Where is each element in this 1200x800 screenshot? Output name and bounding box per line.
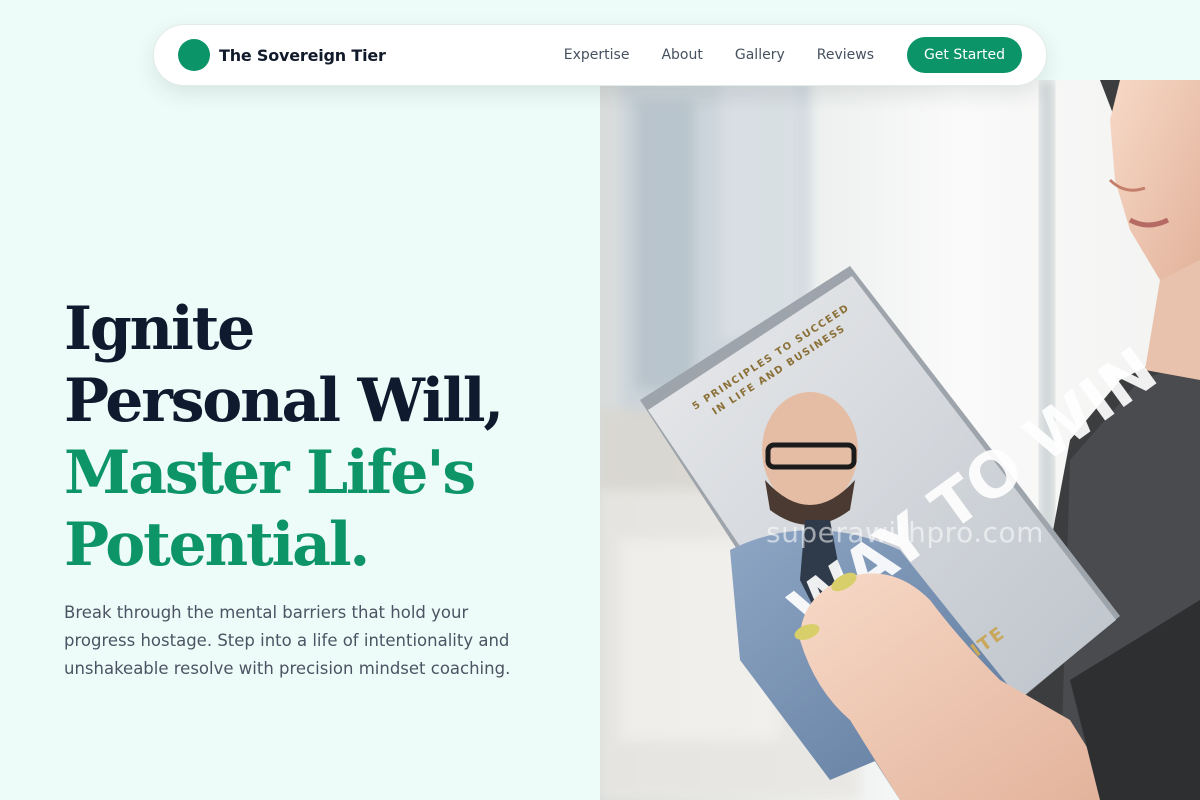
hero-photo-illustration: 5 PRINCIPLES TO SUCCEED IN LIFE AND BUSI…	[600, 80, 1200, 800]
nav-link-gallery[interactable]: Gallery	[735, 47, 785, 63]
nav-link-expertise[interactable]: Expertise	[564, 47, 630, 63]
hero-title: Ignite Personal Will, Master Life's Pote…	[64, 293, 604, 581]
hero-title-line-2: Personal Will,	[64, 366, 504, 436]
photo-watermark: superawithpro.com	[766, 516, 1044, 549]
get-started-button[interactable]: Get Started	[907, 37, 1022, 73]
brand-logo-icon	[178, 39, 210, 71]
nav-link-reviews[interactable]: Reviews	[817, 47, 874, 63]
nav-link-about[interactable]: About	[661, 47, 702, 63]
hero-subtitle: Break through the mental barriers that h…	[64, 603, 511, 678]
hero-photo: 5 PRINCIPLES TO SUCCEED IN LIFE AND BUSI…	[600, 80, 1200, 800]
brand-name: The Sovereign Tier	[219, 45, 386, 65]
top-navbar: The Sovereign Tier Expertise About Galle…	[153, 24, 1047, 86]
brand[interactable]: The Sovereign Tier	[178, 39, 386, 71]
nav-links: Expertise About Gallery Reviews Get Star…	[564, 37, 1022, 73]
hero-title-line-3: Master Life's	[64, 438, 476, 508]
hero-title-line-1: Ignite	[64, 294, 255, 364]
hero-title-line-4: Potential.	[64, 510, 370, 580]
